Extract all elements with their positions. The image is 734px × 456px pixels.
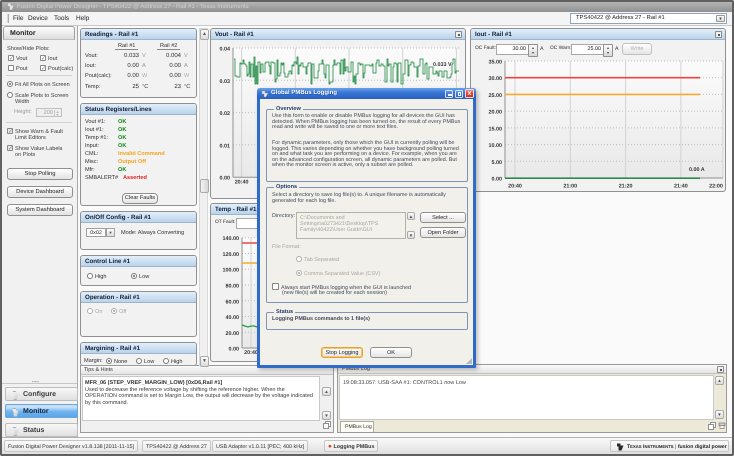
svg-text:20:40: 20:40 bbox=[244, 350, 258, 356]
svg-text:21:40: 21:40 bbox=[674, 184, 688, 190]
svg-text:20:40: 20:40 bbox=[235, 180, 249, 186]
svg-text:80.00: 80.00 bbox=[226, 284, 240, 290]
svg-text:0.02: 0.02 bbox=[220, 111, 231, 117]
svg-text:0.00: 0.00 bbox=[220, 176, 231, 182]
svg-text:140.00: 140.00 bbox=[223, 236, 240, 242]
svg-text:20:40: 20:40 bbox=[508, 184, 522, 190]
svg-text:22:00: 22:00 bbox=[709, 184, 723, 190]
svg-text:0.04: 0.04 bbox=[220, 47, 231, 53]
svg-text:0.03: 0.03 bbox=[220, 79, 231, 85]
svg-text:120.00: 120.00 bbox=[223, 252, 240, 258]
svg-text:100.00: 100.00 bbox=[223, 268, 240, 274]
svg-text:5.00: 5.00 bbox=[492, 160, 503, 166]
svg-text:15.00: 15.00 bbox=[489, 126, 503, 132]
svg-text:20.00: 20.00 bbox=[489, 110, 503, 116]
svg-text:30.00: 30.00 bbox=[489, 76, 503, 82]
svg-text:0.00: 0.00 bbox=[492, 177, 503, 183]
svg-text:0.033 V: 0.033 V bbox=[433, 62, 452, 68]
svg-text:0.00: 0.00 bbox=[229, 347, 240, 353]
svg-text:0.00 A: 0.00 A bbox=[689, 167, 705, 173]
svg-text:60.00: 60.00 bbox=[226, 299, 240, 305]
svg-text:10.00: 10.00 bbox=[489, 143, 503, 149]
svg-text:20.00: 20.00 bbox=[226, 331, 240, 337]
svg-text:21:20: 21:20 bbox=[619, 184, 633, 190]
svg-text:40.00: 40.00 bbox=[226, 315, 240, 321]
svg-text:21:00: 21:00 bbox=[563, 184, 577, 190]
svg-text:25.00: 25.00 bbox=[489, 93, 503, 99]
svg-text:35.00: 35.00 bbox=[489, 60, 503, 66]
svg-text:0.01: 0.01 bbox=[220, 143, 231, 149]
